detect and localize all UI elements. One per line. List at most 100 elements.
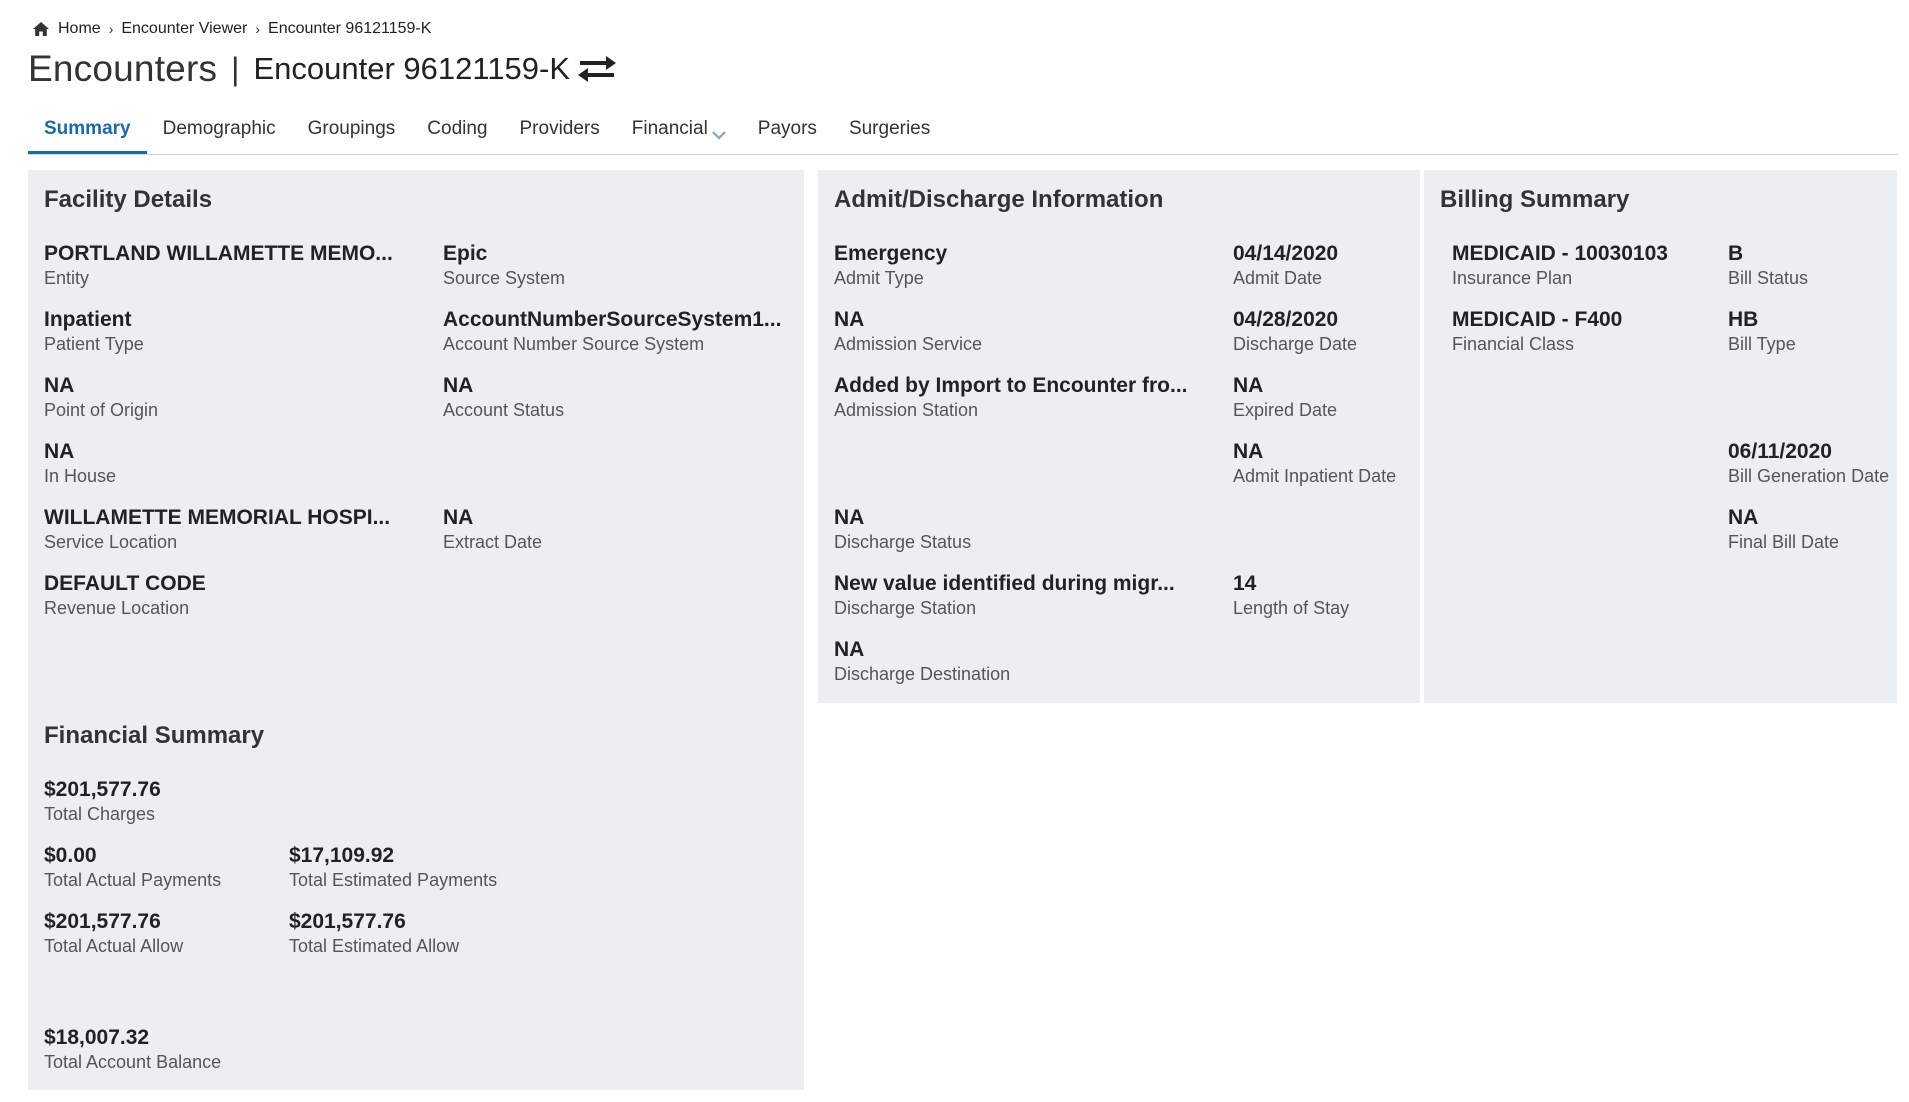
entity-field: PORTLAND WILLAMETTE MEMO... Entity [44, 242, 393, 289]
breadcrumb-encounter-viewer[interactable]: Encounter Viewer [121, 20, 247, 38]
tab-groupings[interactable]: Groupings [292, 112, 412, 152]
discharge-status-value: NA [834, 506, 865, 529]
tab-demographic[interactable]: Demographic [147, 112, 292, 152]
financial-summary-title: Financial Summary [44, 722, 265, 749]
discharge-destination-label: Discharge Destination [834, 664, 1011, 684]
discharge-station-field: New value identified during migr... Disc… [834, 572, 1175, 619]
breadcrumb-separator: › [108, 21, 114, 37]
discharge-destination-field: NA Discharge Destination [834, 638, 1010, 685]
length-of-stay-label: Length of Stay [1233, 598, 1350, 618]
discharge-destination-value: NA [834, 638, 865, 661]
tab-coding-label: Coding [427, 118, 488, 139]
tab-surgeries-label: Surgeries [848, 118, 931, 139]
insurance-plan-field: MEDICAID - 10030103 Insurance Plan [1452, 242, 1668, 289]
total-actual-payments-label: Total Actual Payments [44, 870, 222, 890]
source-system-label: Source System [443, 268, 566, 288]
discharge-date-value: 04/28/2020 [1233, 308, 1339, 331]
entity-value: PORTLAND WILLAMETTE MEMO... [44, 242, 393, 265]
total-estimated-payments-field: $17,109.92 Total Estimated Payments [289, 844, 497, 891]
patient-type-value: Inpatient [44, 308, 132, 331]
admit-inpatient-date-value: NA [1233, 440, 1264, 463]
tab-summary-label: Summary [44, 118, 131, 139]
extract-date-field: NA Extract Date [443, 506, 542, 553]
tab-providers-label: Providers [519, 118, 600, 139]
insurance-plan-label: Insurance Plan [1452, 268, 1573, 288]
admit-date-label: Admit Date [1233, 268, 1323, 288]
final-bill-date-label: Final Bill Date [1728, 532, 1840, 552]
discharge-station-label: Discharge Station [834, 598, 977, 618]
page-title: Encounters [28, 48, 218, 89]
admit-type-value: Emergency [834, 242, 948, 265]
source-system-field: Epic Source System [443, 242, 565, 289]
facility-details-panel: Facility Details PORTLAND WILLAMETTE MEM… [28, 170, 804, 706]
total-estimated-payments-label: Total Estimated Payments [289, 870, 498, 890]
tab-providers[interactable]: Providers [504, 112, 616, 152]
patient-type-field: Inpatient Patient Type [44, 308, 144, 355]
extract-date-value: NA [443, 506, 474, 529]
total-account-balance-label: Total Account Balance [44, 1052, 222, 1072]
account-number-source-field: AccountNumberSourceSystem1... Account Nu… [443, 308, 781, 355]
point-of-origin-field: NA Point of Origin [44, 374, 158, 421]
encounter-title: Encounter 96121159-K [253, 51, 571, 86]
bill-status-label: Bill Status [1728, 268, 1809, 288]
breadcrumb-home[interactable]: Home [58, 20, 101, 38]
home-icon[interactable] [32, 21, 50, 37]
tab-payors[interactable]: Payors [742, 112, 833, 152]
bill-type-label: Bill Type [1728, 334, 1796, 354]
tab-bar: Summary Demographic Groupings Coding Pro… [28, 112, 1898, 155]
discharge-status-field: NA Discharge Status [834, 506, 971, 553]
tab-summary[interactable]: Summary [28, 112, 147, 154]
breadcrumb: Home › Encounter Viewer › Encounter 9612… [32, 18, 431, 40]
expired-date-field: NA Expired Date [1233, 374, 1337, 421]
bill-generation-date-value: 06/11/2020 [1728, 440, 1832, 463]
total-account-balance-field: $18,007.32 Total Account Balance [44, 1026, 221, 1073]
admit-inpatient-date-label: Admit Inpatient Date [1233, 466, 1397, 486]
tab-surgeries[interactable]: Surgeries [833, 112, 946, 152]
entity-label: Entity [44, 268, 90, 288]
source-system-value: Epic [443, 242, 488, 265]
admission-service-label: Admission Service [834, 334, 983, 354]
admit-inpatient-date-field: NA Admit Inpatient Date [1233, 440, 1396, 487]
page-header: Encounters | Encounter 96121159-K [28, 46, 618, 92]
total-estimated-allow-label: Total Estimated Allow [289, 936, 460, 956]
insurance-plan-value: MEDICAID - 10030103 [1452, 242, 1668, 265]
expired-date-value: NA [1233, 374, 1264, 397]
admit-date-value: 04/14/2020 [1233, 242, 1339, 265]
revenue-location-field: DEFAULT CODE Revenue Location [44, 572, 206, 619]
total-estimated-allow-field: $201,577.76 Total Estimated Allow [289, 910, 459, 957]
expired-date-label: Expired Date [1233, 400, 1338, 420]
financial-class-value: MEDICAID - F400 [1452, 308, 1623, 331]
total-estimated-allow-value: $201,577.76 [289, 910, 406, 933]
bill-status-value: B [1728, 242, 1744, 265]
breadcrumb-separator: › [255, 21, 261, 37]
revenue-location-label: Revenue Location [44, 598, 190, 618]
revenue-location-value: DEFAULT CODE [44, 572, 206, 595]
point-of-origin-label: Point of Origin [44, 400, 159, 420]
total-actual-allow-value: $201,577.76 [44, 910, 161, 933]
service-location-field: WILLAMETTE MEMORIAL HOSPI... Service Loc… [44, 506, 390, 553]
tab-groupings-label: Groupings [307, 118, 396, 139]
tab-coding[interactable]: Coding [411, 112, 503, 152]
admit-type-label: Admit Type [834, 268, 924, 288]
tab-financial[interactable]: Financial [616, 112, 742, 152]
account-status-label: Account Status [443, 400, 565, 420]
total-actual-allow-label: Total Actual Allow [44, 936, 184, 956]
bill-status-field: B Bill Status [1728, 242, 1808, 289]
bill-type-value: HB [1728, 308, 1759, 331]
in-house-field: NA In House [44, 440, 116, 487]
extract-date-label: Extract Date [443, 532, 543, 552]
length-of-stay-field: 14 Length of Stay [1233, 572, 1349, 619]
admit-discharge-title: Admit/Discharge Information [834, 186, 1164, 213]
billing-summary-title: Billing Summary [1440, 186, 1630, 213]
bill-generation-date-label: Bill Generation Date [1728, 466, 1890, 486]
total-account-balance-value: $18,007.32 [44, 1026, 150, 1049]
total-actual-allow-field: $201,577.76 Total Actual Allow [44, 910, 183, 957]
account-number-source-value: AccountNumberSourceSystem1... [443, 308, 782, 331]
admit-date-field: 04/14/2020 Admit Date [1233, 242, 1338, 289]
account-status-field: NA Account Status [443, 374, 564, 421]
title-divider: | [231, 50, 240, 87]
service-location-value: WILLAMETTE MEMORIAL HOSPI... [44, 506, 391, 529]
length-of-stay-value: 14 [1233, 572, 1257, 595]
admission-station-label: Admission Station [834, 400, 979, 420]
swap-arrows-icon[interactable] [576, 54, 618, 84]
